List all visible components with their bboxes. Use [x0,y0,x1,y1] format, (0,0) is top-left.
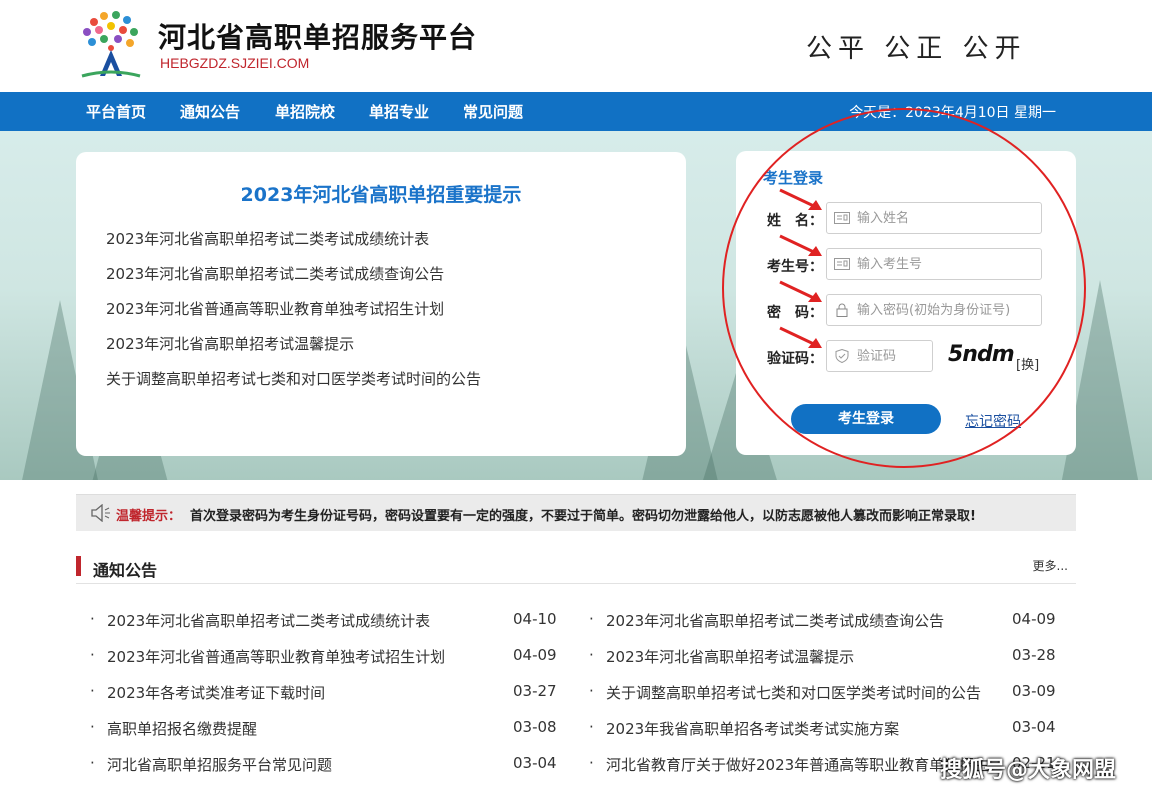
site-domain: HEBGZDZ.SJZIEI.COM [160,55,310,71]
news-item[interactable]: · 2023年河北省高职单招考试二类考试成绩查询公告 04-09 [589,610,1059,632]
current-date: 今天是：2023年4月10日 星期一 [849,105,1056,121]
notices-section-header: 通知公告 更多... [76,555,1076,584]
speaker-icon [91,504,110,522]
id-card-icon [834,212,850,224]
captcha-input[interactable] [857,341,929,371]
notices-section-title: 通知公告 [93,561,158,580]
important-notice-card: 2023年河北省高职单招重要提示 2023年河北省高职单招考试二类考试成绩统计表… [76,152,686,456]
news-title[interactable]: 2023年河北省高职单招考试二类考试成绩查询公告 [606,610,1009,631]
news-date: 03-04 [1012,718,1056,736]
site-logo[interactable] [74,10,148,82]
shield-icon [835,349,849,363]
password-field[interactable] [826,294,1042,326]
captcha-image[interactable]: 5ndm [948,342,1015,367]
captcha-refresh-link[interactable]: [换] [1016,354,1039,373]
bullet-icon: · [589,610,594,628]
news-item[interactable]: · 2023年河北省普通高等职业教育单独考试招生计划 04-09 [90,646,560,668]
news-item[interactable]: · 2023年河北省高职单招考试二类考试成绩统计表 04-10 [90,610,560,632]
news-title[interactable]: 2023年河北省高职单招考试温馨提示 [606,646,1009,667]
news-date: 03-09 [1012,682,1056,700]
bullet-icon: · [90,646,95,664]
important-notice-title: 2023年河北省高职单招重要提示 [240,184,522,206]
more-link[interactable]: 更多... [1033,557,1068,574]
name-input[interactable] [857,203,1037,233]
news-date: 04-09 [513,646,557,664]
news-item[interactable]: · 2023年各考试类准考证下载时间 03-27 [90,682,560,704]
news-item[interactable]: · 2023年我省高职单招各考试类考试实施方案 03-04 [589,718,1059,740]
captcha-field[interactable] [826,340,933,372]
nav-item-faq[interactable]: 常见问题 [463,101,523,122]
annotation-arrow-icon [779,188,822,210]
annotation-arrow-icon [779,280,822,302]
password-input[interactable] [857,295,1037,325]
news-date: 03-28 [1012,646,1056,664]
news-title[interactable]: 河北省高职单招服务平台常见问题 [107,754,487,775]
news-item[interactable]: · 河北省高职单招服务平台常见问题 03-04 [90,754,560,776]
news-title[interactable]: 2023年我省高职单招各考试类考试实施方案 [606,718,1009,739]
bullet-icon: · [589,682,594,700]
news-title[interactable]: 高职单招报名缴费提醒 [107,718,487,739]
bullet-icon: · [589,718,594,736]
lock-icon [836,303,848,317]
name-field[interactable] [826,202,1042,234]
tip-label: 温馨提示： [116,509,182,524]
tip-bar: 温馨提示： 首次登录密码为考生身份证号码，密码设置要有一定的强度，不要过于简单。… [76,494,1076,531]
section-marker [76,556,81,576]
news-title[interactable]: 2023年河北省普通高等职业教育单独考试招生计划 [107,646,487,667]
important-notice-link[interactable]: 关于调整高职单招考试七类和对口医学类考试时间的公告 [106,368,481,389]
bullet-icon: · [589,646,594,664]
login-button[interactable]: 考生登录 [791,404,941,434]
important-notice-link[interactable]: 2023年河北省普通高等职业教育单独考试招生计划 [106,298,444,319]
bullet-icon: · [90,718,95,736]
news-title[interactable]: 2023年各考试类准考证下载时间 [107,682,487,703]
nav-item-majors[interactable]: 单招专业 [369,101,429,122]
bullet-icon: · [589,754,594,772]
exam-id-field[interactable] [826,248,1042,280]
important-notice-link[interactable]: 2023年河北省高职单招考试温馨提示 [106,333,354,354]
main-nav: 平台首页 通知公告 单招院校 单招专业 常见问题 今天是：2023年4月10日 … [0,92,1152,131]
news-date: 04-09 [1012,610,1056,628]
news-date: 04-10 [513,610,557,628]
news-title[interactable]: 关于调整高职单招考试七类和对口医学类考试时间的公告 [606,682,1009,703]
login-title: 考生登录 [763,169,824,187]
nav-item-schools[interactable]: 单招院校 [275,101,335,122]
bullet-icon: · [90,610,95,628]
news-item[interactable]: · 2023年河北省高职单招考试温馨提示 03-28 [589,646,1059,668]
site-title: 河北省高职单招服务平台 [158,21,478,54]
news-date: 03-08 [513,718,557,736]
news-item[interactable]: · 关于调整高职单招考试七类和对口医学类考试时间的公告 03-09 [589,682,1059,704]
id-card-icon [834,258,850,270]
important-notice-link[interactable]: 2023年河北省高职单招考试二类考试成绩查询公告 [106,263,444,284]
news-date: 03-27 [513,682,557,700]
news-item[interactable]: · 高职单招报名缴费提醒 03-08 [90,718,560,740]
nav-item-notices[interactable]: 通知公告 [180,101,240,122]
tip-text: 首次登录密码为考生身份证号码，密码设置要有一定的强度，不要过于简单。密码切勿泄露… [190,509,976,524]
exam-id-input[interactable] [857,249,1037,279]
site-header: 河北省高职单招服务平台 HEBGZDZ.SJZIEI.COM 公平 公正 公开 [0,0,1152,92]
annotation-arrow-icon [779,234,822,256]
site-slogan: 公平 公正 公开 [806,34,1027,64]
nav-item-home[interactable]: 平台首页 [86,101,146,122]
annotation-arrow-icon [779,326,822,348]
bullet-icon: · [90,754,95,772]
news-title[interactable]: 2023年河北省高职单招考试二类考试成绩统计表 [107,610,487,631]
important-notice-link[interactable]: 2023年河北省高职单招考试二类考试成绩统计表 [106,228,429,249]
bullet-icon: · [90,682,95,700]
news-date: 03-04 [513,754,557,772]
forgot-password-link[interactable]: 忘记密码 [965,411,1021,431]
watermark: 搜狐号@大象网盟 [940,758,1117,783]
